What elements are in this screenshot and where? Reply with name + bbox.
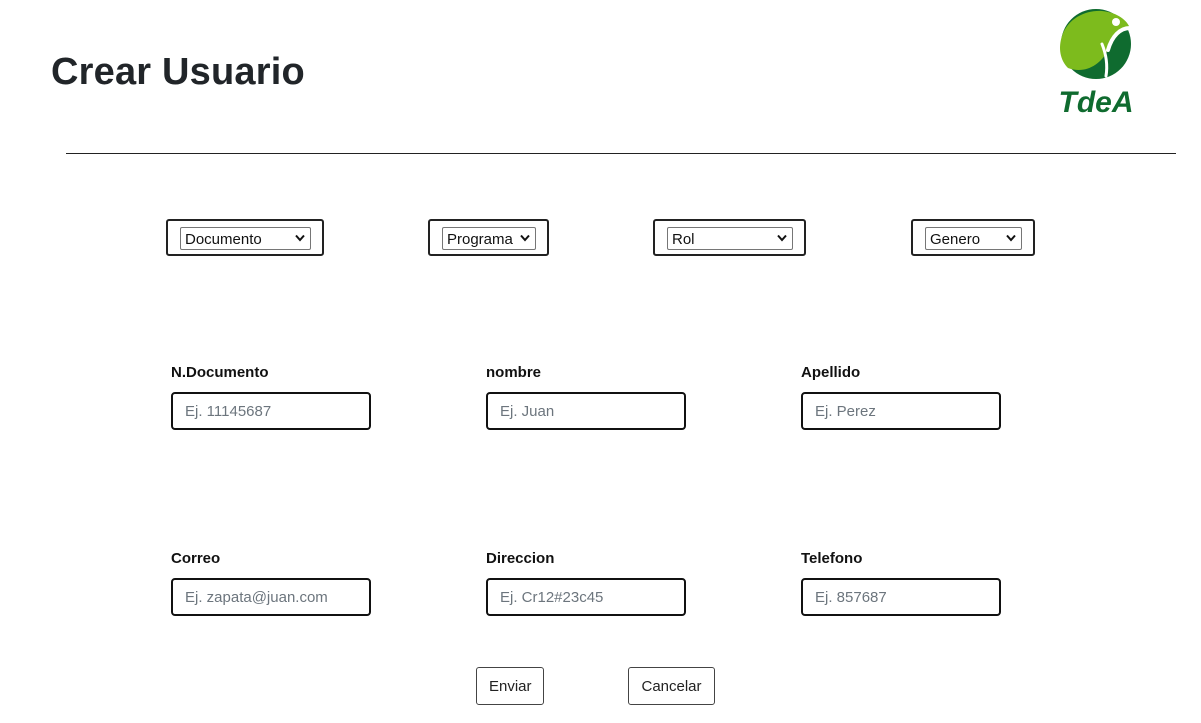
documento-select-wrapper: Documento	[166, 219, 324, 256]
phone-input[interactable]	[801, 578, 1001, 616]
role-select-value: Rol	[672, 231, 695, 248]
genero-select-wrapper: Genero	[911, 219, 1035, 256]
email-input[interactable]	[171, 578, 371, 616]
chevron-down-icon	[777, 234, 787, 242]
document-type-select[interactable]: Documento	[180, 227, 311, 250]
gender-select[interactable]: Genero	[925, 227, 1022, 250]
first-name-label: nombre	[486, 364, 542, 381]
first-name-input[interactable]	[486, 392, 686, 430]
create-user-page: Crear Usuario TdeA Documento Programa Ro…	[0, 0, 1201, 723]
chevron-down-icon	[295, 234, 305, 242]
rol-select-wrapper: Rol	[653, 219, 806, 256]
last-name-input[interactable]	[801, 392, 1001, 430]
role-select[interactable]: Rol	[667, 227, 793, 250]
gender-select-value: Genero	[930, 231, 981, 248]
phone-label: Telefono	[801, 550, 863, 567]
address-input[interactable]	[486, 578, 686, 616]
document-type-select-value: Documento	[185, 231, 262, 248]
tdea-logo: TdeA	[1059, 9, 1134, 118]
last-name-label: Apellido	[801, 364, 861, 381]
page-title: Crear Usuario	[51, 51, 305, 93]
cancel-button[interactable]: Cancelar	[628, 667, 715, 705]
chevron-down-icon	[520, 234, 530, 242]
submit-button[interactable]: Enviar	[476, 667, 544, 705]
document-number-input[interactable]	[171, 392, 371, 430]
logo-text: TdeA	[1059, 86, 1134, 118]
chevron-down-icon	[1006, 234, 1016, 242]
program-select[interactable]: Programa	[442, 227, 536, 250]
header-divider	[66, 153, 1176, 154]
email-label: Correo	[171, 550, 221, 567]
address-label: Direccion	[486, 550, 555, 567]
program-select-value: Programa	[447, 231, 513, 248]
document-number-label: N.Documento	[171, 364, 269, 381]
programa-select-wrapper: Programa	[428, 219, 549, 256]
